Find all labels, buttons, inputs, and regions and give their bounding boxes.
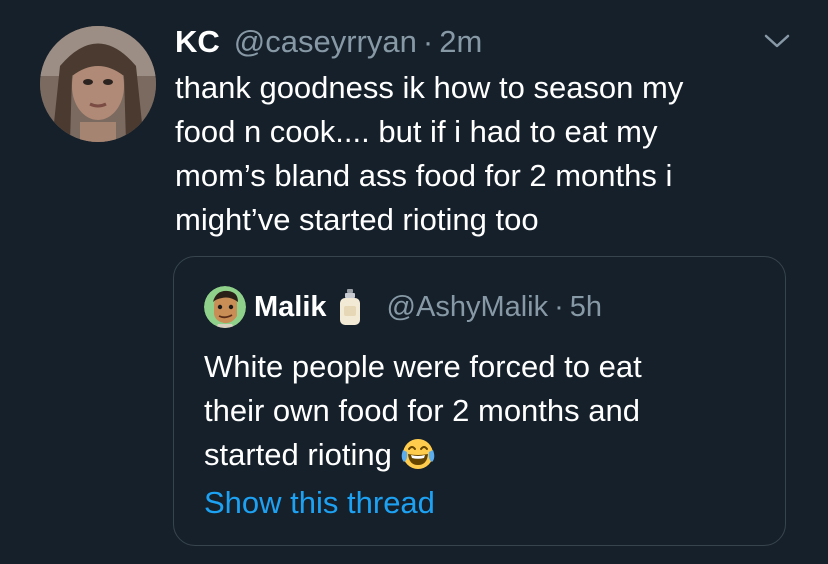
face-with-tears-of-joy-icon <box>401 439 435 469</box>
quoted-text-line: their own food for 2 months and <box>204 393 640 428</box>
quoted-text-line: White people were forced to eat <box>204 349 642 384</box>
quoted-tweet-text: White people were forced to eat their ow… <box>204 345 764 477</box>
tweet-timestamp[interactable]: 2m <box>439 24 482 60</box>
lotion-bottle-icon <box>339 289 360 325</box>
tweet-text-line: thank goodness ik how to season my <box>175 70 684 105</box>
author-name[interactable]: KC <box>175 24 220 60</box>
cartoon-avatar-icon <box>204 286 246 328</box>
tweet-text-line: mom’s bland ass food for 2 months i <box>175 158 673 193</box>
separator-dot: · <box>554 290 564 323</box>
avatar[interactable] <box>40 26 156 142</box>
tweet[interactable]: KC @caseyrryan · 2m thank goodness ik ho… <box>0 0 828 564</box>
quoted-tweet-header: Malik @AshyMalik · 5h <box>204 286 602 328</box>
tweet-header: KC @caseyrryan · 2m <box>175 20 482 64</box>
quoted-text-line-last: started rioting <box>204 433 764 477</box>
tweet-text-line: food n cook.... but if i had to eat my <box>175 114 658 149</box>
avatar-photo <box>40 26 156 142</box>
quoted-author-name[interactable]: Malik <box>254 291 327 324</box>
chevron-down-icon[interactable] <box>762 30 792 52</box>
quoted-avatar[interactable] <box>204 286 246 328</box>
quoted-author-handle[interactable]: @AshyMalik <box>387 291 549 324</box>
author-handle[interactable]: @caseyrryan <box>234 24 417 60</box>
separator-dot: · <box>422 24 434 59</box>
quoted-text-fragment: started rioting <box>204 437 392 472</box>
quoted-tweet[interactable]: Malik @AshyMalik · 5h White people were … <box>173 256 786 546</box>
tweet-text-line: might’ve started rioting too <box>175 202 539 237</box>
show-thread-link[interactable]: Show this thread <box>204 485 435 521</box>
tweet-text: thank goodness ik how to season my food … <box>175 66 775 242</box>
quoted-tweet-timestamp[interactable]: 5h <box>570 291 602 324</box>
